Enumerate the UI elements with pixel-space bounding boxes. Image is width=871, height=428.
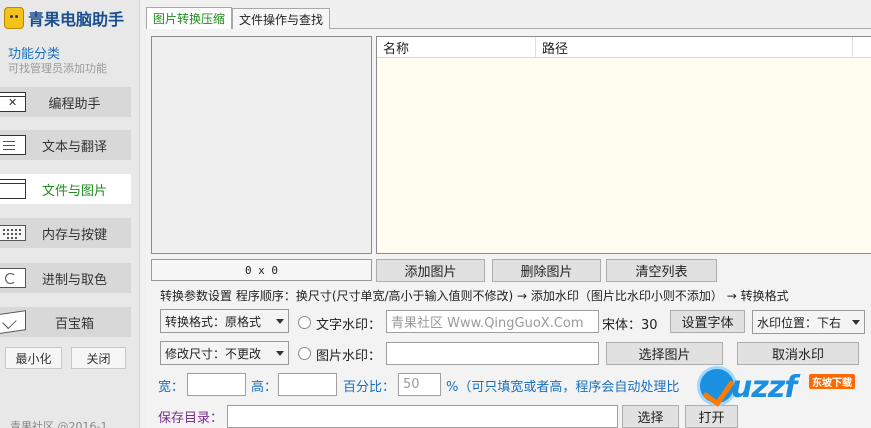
clear-list-button[interactable]: 清空列表: [606, 259, 717, 282]
image-preview: [151, 36, 372, 254]
sidebar: 青果电脑助手 功能分类 可找管理员添加功能 ✕ 编程助手 文本与翻译 文件与图片…: [0, 0, 140, 428]
tab-bar: 图片转换压缩 文件操作与查找: [146, 7, 331, 29]
file-list-header: 名称 路径: [377, 37, 871, 58]
sidebar-item-radix-color[interactable]: 进制与取色: [0, 263, 131, 293]
sidebar-item-text-translate[interactable]: 文本与翻译: [0, 130, 131, 160]
image-watermark-radio[interactable]: [298, 347, 311, 360]
width-label: 宽：: [158, 380, 185, 395]
height-input[interactable]: [278, 373, 337, 396]
minimize-button[interactable]: 最小化: [5, 347, 62, 369]
resize-select[interactable]: 修改尺寸：不更改: [160, 341, 289, 365]
watermark-text: uzzf: [731, 370, 797, 405]
add-image-button[interactable]: 添加图片: [376, 259, 485, 282]
text-watermark-label: 文字水印：: [316, 318, 382, 333]
tab-image-convert[interactable]: 图片转换压缩: [146, 7, 233, 29]
percent-note: %（可只填宽或者高，程序会自动处理比: [446, 380, 680, 395]
image-dimensions: 0 x 0: [151, 259, 372, 281]
watermark-position-select[interactable]: 水印位置：下右: [752, 310, 865, 334]
image-watermark-label: 图片水印：: [316, 349, 382, 364]
save-dir-label: 保存目录：: [158, 411, 224, 426]
sidebar-item-files-images[interactable]: 文件与图片: [0, 174, 131, 204]
sidebar-item-programming[interactable]: ✕ 编程助手: [0, 87, 131, 117]
format-select-value: 转换格式：原格式: [165, 314, 262, 329]
app-title: 青果电脑助手: [28, 10, 125, 29]
percent-input[interactable]: 50: [398, 373, 441, 396]
sidebar-item-label: 内存与按键: [41, 227, 107, 243]
sidebar-item-label: 百宝箱: [54, 316, 94, 332]
file-list[interactable]: 名称 路径: [376, 36, 871, 254]
watermark-position-value: 水印位置：下右: [757, 315, 842, 330]
set-font-button[interactable]: 设置字体: [670, 310, 745, 333]
tab-file-operations[interactable]: 文件操作与查找: [232, 8, 331, 29]
close-button[interactable]: 关闭: [71, 347, 126, 369]
params-title: 转换参数设置 程序顺序：换尺寸(尺寸单宽/高小于输入值则不修改) → 添加水印（…: [160, 289, 789, 303]
format-select[interactable]: 转换格式：原格式: [160, 309, 289, 333]
app-header: 青果电脑助手: [0, 0, 140, 36]
app-logo-icon: [4, 7, 24, 29]
sidebar-item-memory-keys[interactable]: 内存与按键: [0, 218, 131, 248]
sidebar-item-label: 进制与取色: [41, 272, 107, 288]
sidebar-item-label: 文件与图片: [41, 183, 107, 199]
image-watermark-input[interactable]: [386, 342, 599, 365]
percent-label: 百分比：: [343, 380, 396, 395]
chevron-down-icon: [852, 320, 860, 325]
chevron-down-icon: [276, 351, 284, 356]
sidebar-item-label: 编程助手: [48, 96, 101, 112]
resize-select-value: 修改尺寸：不更改: [165, 346, 262, 361]
delete-image-button[interactable]: 删除图片: [492, 259, 601, 282]
width-input[interactable]: [187, 373, 246, 396]
height-label: 高：: [251, 380, 278, 395]
text-watermark-radio[interactable]: [298, 316, 311, 329]
column-header-path[interactable]: 路径: [536, 37, 853, 58]
site-watermark: uzzf 东坡下载: [697, 362, 871, 428]
category-subtitle: 可找管理员添加功能: [8, 62, 107, 75]
watermark-tag: 东坡下载: [809, 374, 855, 389]
sidebar-item-label: 文本与翻译: [41, 139, 107, 155]
font-info: 宋体：30: [602, 318, 658, 333]
column-header-name[interactable]: 名称: [377, 37, 536, 58]
text-watermark-input[interactable]: 青果社区 Www.QingGuoX.Com: [386, 310, 599, 333]
sidebar-footer: 青果社区 @2016-1: [10, 420, 108, 428]
chevron-down-icon: [276, 319, 284, 324]
choose-dir-button[interactable]: 选择: [622, 405, 679, 428]
save-dir-input[interactable]: [227, 405, 618, 428]
sidebar-item-toolbox[interactable]: 百宝箱: [0, 307, 131, 337]
